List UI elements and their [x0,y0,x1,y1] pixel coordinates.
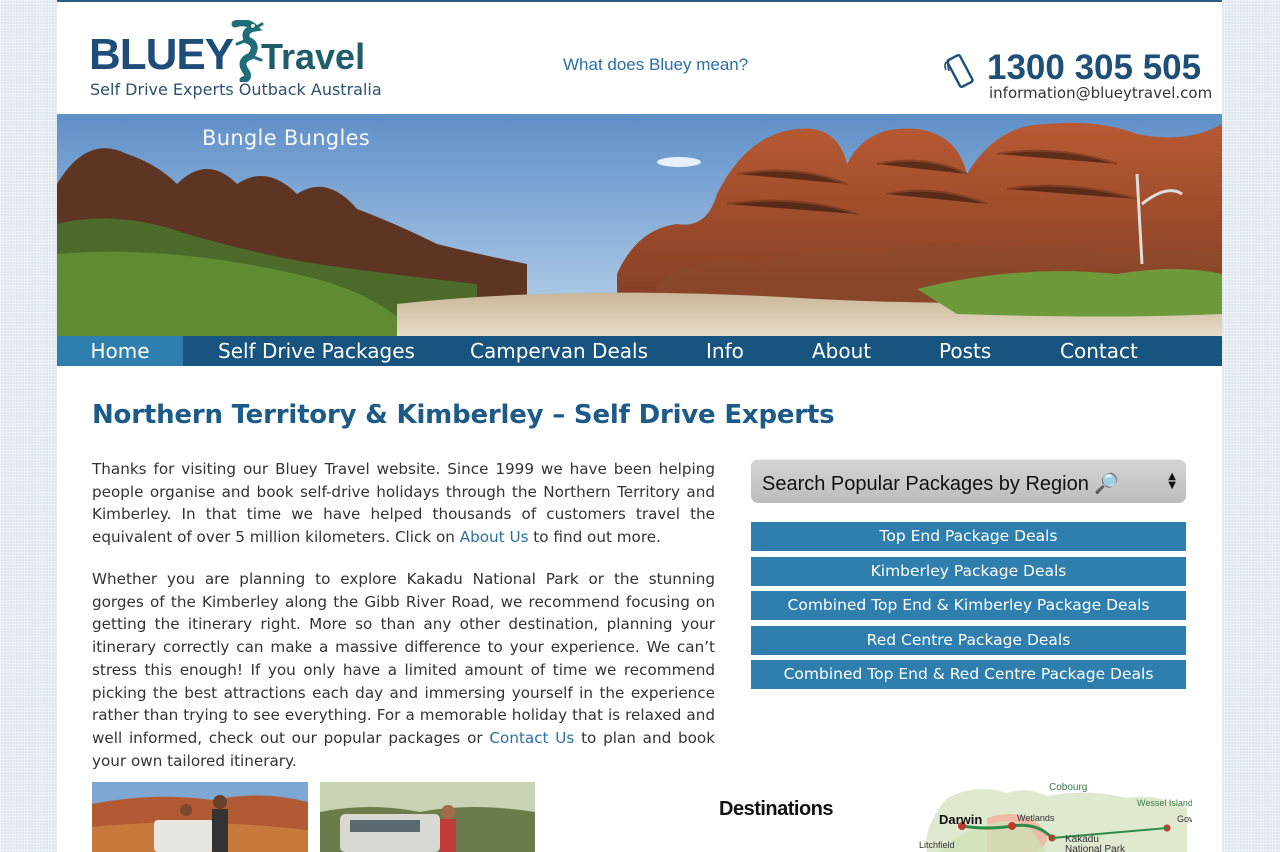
email-address[interactable]: information@blueytravel.com [989,84,1212,102]
travellers-outback-image [92,782,308,852]
nav-posts[interactable]: Posts [939,336,991,366]
top-end-red-centre-package-button[interactable]: Combined Top End & Red Centre Package De… [751,660,1186,689]
phone-number[interactable]: 1300 305 505 [987,48,1201,88]
map-label-gove: Gove [1177,814,1192,824]
region-select-label: Search Popular Packages by Region 🔎 [762,473,1120,495]
lizard-icon [231,20,264,82]
map-label-cobourg: Cobourg [1049,782,1087,793]
what-does-bluey-mean-link[interactable]: What does Bluey mean? [563,55,748,75]
phone-icon [944,53,974,89]
intro-paragraph: Thanks for visiting our Bluey Travel web… [92,458,715,549]
map-label-national-park: National Park [1065,844,1126,852]
four-wheel-drive-image [320,782,535,852]
logo-tagline: Self Drive Experts Outback Australia [90,80,382,99]
contact-us-link[interactable]: Contact Us [489,729,574,747]
hero-banner: Bungle Bungles [57,114,1222,336]
top-end-package-button[interactable]: Top End Package Deals [751,522,1186,551]
site-logo[interactable]: BLUEY Travel Self Drive Experts Outback … [89,18,382,104]
hero-caption: Bungle Bungles [202,126,371,150]
map-label-darwin: Darwin [939,812,982,827]
kimberley-package-button[interactable]: Kimberley Package Deals [751,557,1186,586]
logo-word-travel: Travel [261,36,366,77]
red-centre-package-button[interactable]: Red Centre Package Deals [751,626,1186,655]
region-select[interactable]: Search Popular Packages by Region 🔎 ▲ ▼ [751,459,1186,503]
select-arrows-icon: ▲ ▼ [1168,471,1176,491]
nav-campervan-deals[interactable]: Campervan Deals [470,336,648,366]
page-title: Northern Territory & Kimberley – Self Dr… [92,400,835,430]
nav-home[interactable]: Home [57,336,183,366]
nav-contact[interactable]: Contact [1060,336,1138,366]
map-label-wetlands: Wetlands [1017,813,1055,823]
travel-photo-2[interactable] [320,782,535,852]
about-us-link[interactable]: About Us [460,528,529,546]
map-label-litchfield: Litchfield [919,840,955,850]
logo-word: BLUEY [89,30,234,79]
main-nav: Home Self Drive Packages Campervan Deals… [57,336,1222,366]
top-end-kimberley-package-button[interactable]: Combined Top End & Kimberley Package Dea… [751,591,1186,620]
intro-text-b: to find out more. [528,528,661,547]
nav-about[interactable]: About [812,336,871,366]
page-container: BLUEY Travel Self Drive Experts Outback … [57,0,1222,852]
destinations-heading: Destinations [719,798,834,820]
travel-photo-1[interactable] [92,782,308,852]
nav-info[interactable]: Info [706,336,744,366]
map-label-wessel-islands: Wessel Islands [1137,798,1192,808]
destinations-map[interactable]: Cobourg Darwin Wetlands Wessel Islands G… [887,778,1192,852]
nav-self-drive-packages[interactable]: Self Drive Packages [218,336,415,366]
planning-paragraph: Whether you are planning to explore Kaka… [92,568,715,772]
planning-text-a: Whether you are planning to explore Kaka… [92,570,715,747]
